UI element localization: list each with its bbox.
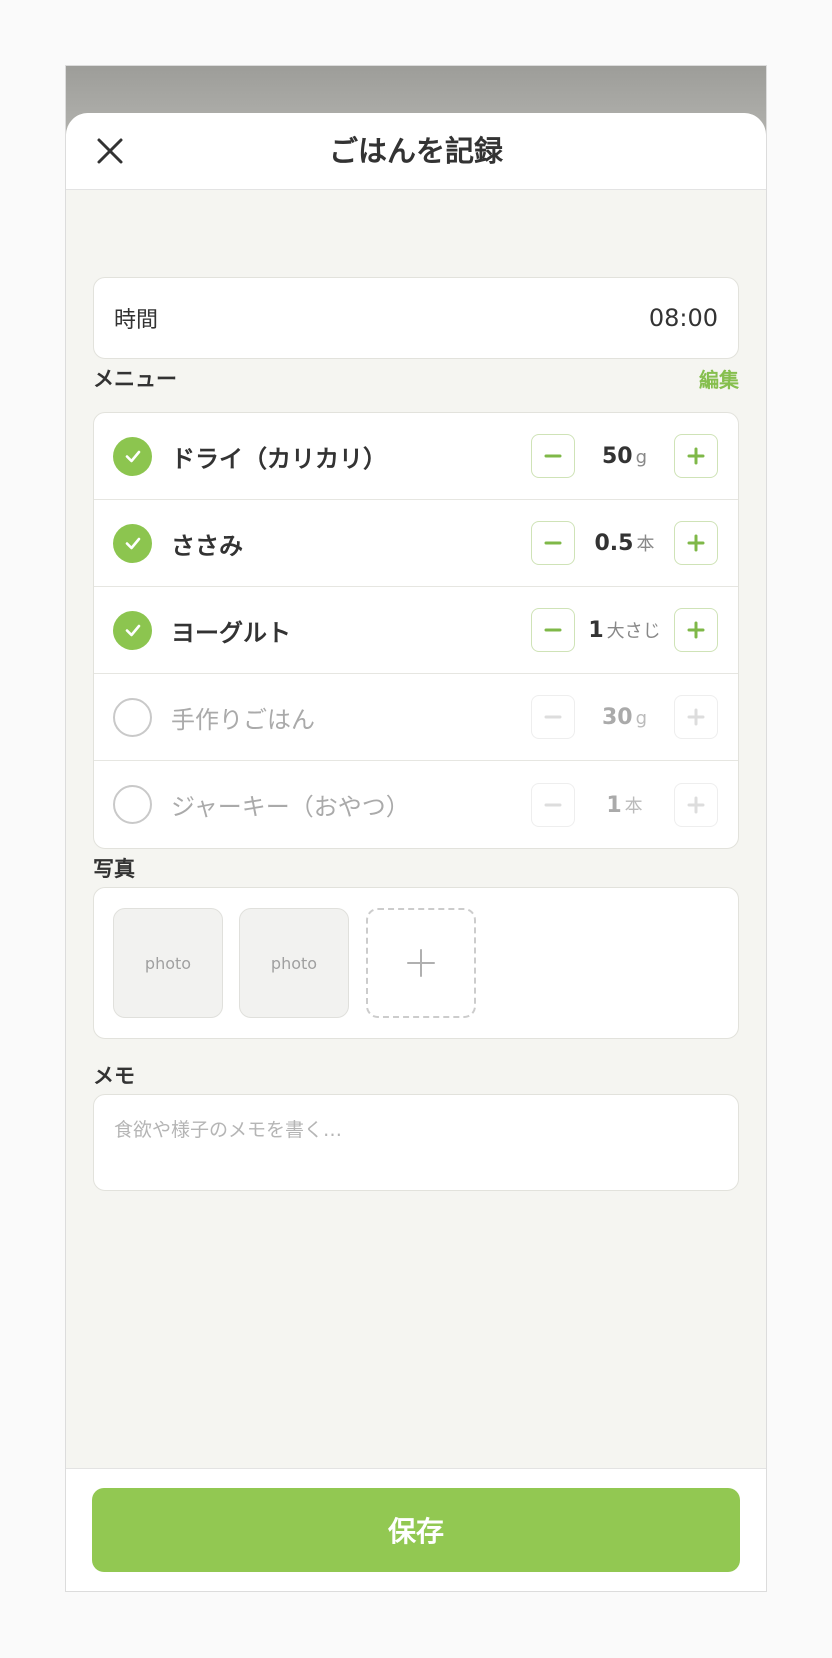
plus-icon <box>407 949 435 977</box>
sheet-header: ごはんを記録 <box>66 113 766 190</box>
photo-thumbnail[interactable]: photo <box>113 908 223 1018</box>
increment-button[interactable] <box>674 782 718 827</box>
quantity-unit: 大さじ <box>606 621 661 642</box>
menu-item-row: ヨーグルト 1 大さじ <box>94 587 738 674</box>
menu-item-row: ささみ 0.5 本 <box>94 500 738 587</box>
quantity-display: 0.5 本 <box>577 530 672 556</box>
menu-item-row: ドライ（カリカリ） 50 g <box>94 413 738 500</box>
decrement-button[interactable] <box>531 782 575 827</box>
minus-icon <box>544 541 562 545</box>
memo-section-label: メモ <box>93 1064 135 1088</box>
menu-item-row: 手作りごはん 30 g <box>94 674 738 761</box>
menu-item-checkbox[interactable] <box>113 785 152 824</box>
increment-button[interactable] <box>674 608 718 652</box>
sheet-footer: 保存 <box>66 1468 766 1591</box>
quantity-value: 30 <box>601 704 633 730</box>
minus-icon <box>544 803 562 806</box>
increment-button[interactable] <box>674 434 718 478</box>
menu-item-name: ドライ（カリカリ） <box>171 444 387 473</box>
decrement-button[interactable] <box>531 608 575 652</box>
menu-list: ドライ（カリカリ） 50 g ささみ 0.5 本 ヨーグルト 1 大さじ 手作り… <box>93 412 739 849</box>
menu-item-name: ささみ <box>171 531 243 560</box>
edit-menu-link[interactable]: 編集 <box>699 364 739 393</box>
photo-section-label: 写真 <box>93 857 135 881</box>
menu-section-label: メニュー <box>93 367 177 391</box>
plus-icon <box>687 708 705 726</box>
phone-frame: ごはんを記録 時間 08:00 メニュー 編集 ドライ（カリカリ） 50 g さ… <box>65 65 767 1592</box>
photo-list: photo photo <box>93 887 739 1039</box>
menu-item-name: ジャーキー（おやつ） <box>171 793 410 821</box>
plus-icon <box>687 534 705 552</box>
menu-item-checkbox[interactable] <box>113 523 152 563</box>
quantity-value: 1 <box>588 618 604 643</box>
save-button[interactable]: 保存 <box>92 1488 740 1572</box>
memo-input[interactable]: 食欲や様子のメモを書く… <box>93 1094 739 1191</box>
decrement-button[interactable] <box>531 695 575 739</box>
add-photo-button[interactable] <box>366 908 476 1018</box>
time-label: 時間 <box>114 308 159 333</box>
minus-icon <box>544 715 562 719</box>
page-title: ごはんを記録 <box>328 134 503 168</box>
check-icon <box>125 537 140 550</box>
minus-icon <box>544 454 562 458</box>
record-meal-sheet: ごはんを記録 時間 08:00 メニュー 編集 ドライ（カリカリ） 50 g さ… <box>66 113 766 1591</box>
menu-item-checkbox[interactable] <box>113 610 152 650</box>
quantity-value: 1 <box>606 792 622 818</box>
increment-button[interactable] <box>674 695 718 739</box>
quantity-display: 1本 <box>577 792 672 818</box>
plus-icon <box>687 621 705 639</box>
quantity-unit: 本 <box>636 534 655 555</box>
quantity-value: 50 <box>601 443 633 469</box>
quantity-display: 50 g <box>577 444 672 469</box>
menu-item-name: 手作りごはん <box>171 705 315 734</box>
plus-icon <box>687 796 705 813</box>
minus-icon <box>544 628 562 632</box>
menu-item-row: ジャーキー（おやつ） 1本 <box>94 761 738 848</box>
memo-placeholder: 食欲や様子のメモを書く… <box>114 1119 343 1141</box>
menu-item-name: ヨーグルト <box>171 618 291 647</box>
quantity-value: 0.5 <box>594 531 634 556</box>
quantity-unit: g <box>635 446 648 468</box>
photo-thumbnail[interactable]: photo <box>239 908 349 1018</box>
quantity-unit: g <box>635 707 648 729</box>
quantity-display: 1 大さじ <box>577 617 672 643</box>
decrement-button[interactable] <box>531 521 575 565</box>
decrement-button[interactable] <box>531 434 575 478</box>
check-icon <box>125 624 140 637</box>
menu-item-checkbox[interactable] <box>113 697 152 737</box>
quantity-unit: 本 <box>624 795 643 817</box>
time-value: 08:00 <box>648 304 718 332</box>
increment-button[interactable] <box>674 521 718 565</box>
quantity-display: 30 g <box>577 705 672 730</box>
menu-item-checkbox[interactable] <box>113 436 152 476</box>
plus-icon <box>687 447 705 465</box>
time-field[interactable]: 時間 08:00 <box>93 277 739 359</box>
check-icon <box>125 450 140 463</box>
